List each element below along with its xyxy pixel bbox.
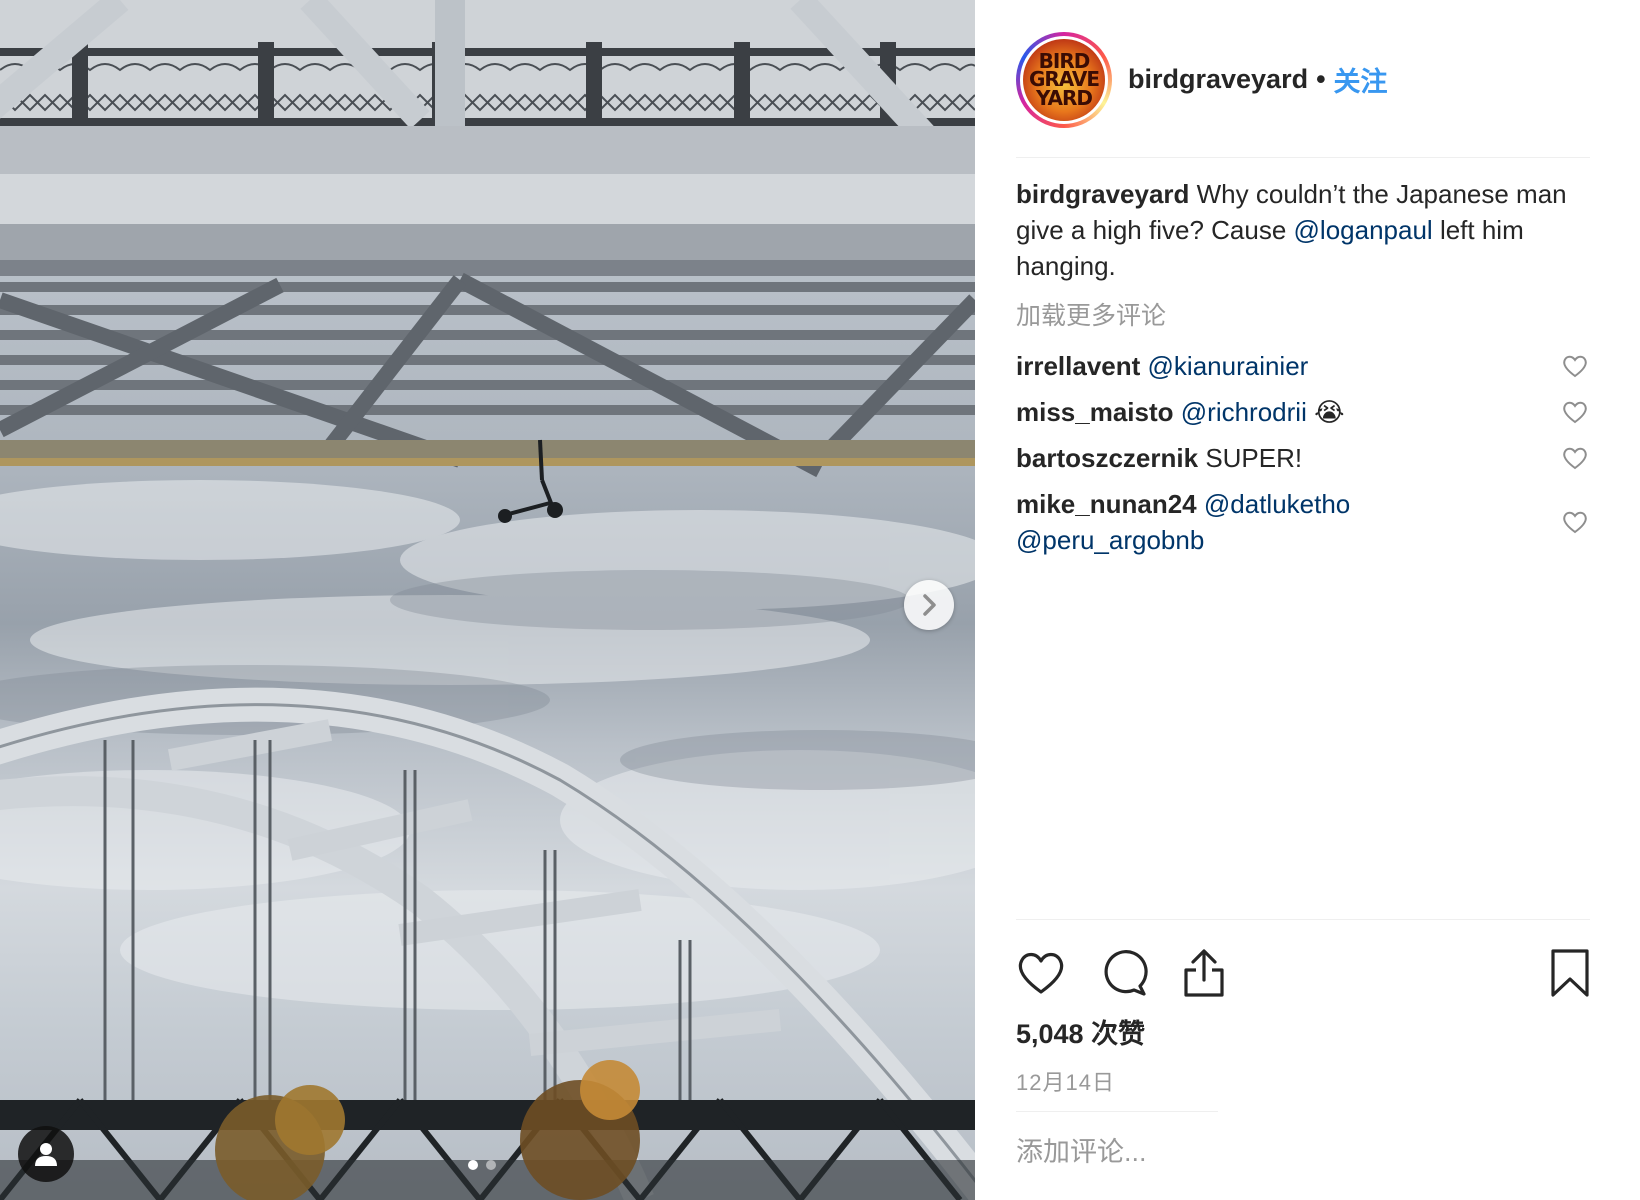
share-button[interactable]	[1182, 948, 1226, 998]
follow-button[interactable]: 关注	[1334, 60, 1388, 99]
avatar[interactable]: BIRD GRAVE YARD	[1016, 31, 1112, 128]
user-tag-icon	[35, 1143, 57, 1166]
comment-username-link[interactable]: irrellavent	[1016, 351, 1140, 381]
comment-text: 😭	[1314, 397, 1345, 427]
tagged-users-button[interactable]	[18, 1126, 74, 1182]
save-button[interactable]	[1550, 948, 1590, 998]
next-photo-button[interactable]	[904, 580, 954, 630]
post-caption: birdgraveyard Why couldn’t the Japanese …	[1016, 176, 1590, 284]
bridge-scene	[0, 0, 975, 1200]
bookmark-icon	[1551, 949, 1589, 997]
comment-mention-link[interactable]: @kianurainier	[1148, 351, 1309, 381]
load-more-comments-button[interactable]: 加载更多评论	[1016, 298, 1590, 334]
post-details-panel: BIRD GRAVE YARD birdgraveyard • 关注 birdg…	[975, 0, 1640, 1200]
avatar-logo-line: YARD	[1035, 85, 1093, 110]
comment-item: mike_nunan24 @datluketho @peru_argobnb	[1016, 486, 1590, 558]
comment-username-link[interactable]: bartoszczernik	[1016, 443, 1198, 473]
header-separator: •	[1316, 64, 1326, 94]
comment-item: miss_maisto @richrodrii 😭	[1016, 394, 1590, 430]
avatar-logo: BIRD GRAVE YARD	[1023, 38, 1105, 121]
comment-mention-link[interactable]: @peru_argobnb	[1016, 525, 1204, 555]
like-comment-heart-icon[interactable]	[1562, 354, 1588, 378]
comment-username-link[interactable]: mike_nunan24	[1016, 489, 1197, 519]
carousel-indicator	[468, 1160, 496, 1170]
like-count[interactable]: 5,048 次赞	[1016, 1012, 1590, 1051]
add-comment-input[interactable]: 添加评论...	[1016, 1130, 1147, 1169]
comment-mention-link[interactable]: @richrodrii	[1181, 397, 1307, 427]
comment-username-link[interactable]: miss_maisto	[1016, 397, 1174, 427]
carousel-dot	[486, 1160, 496, 1170]
post-date[interactable]: 12月14日	[1016, 1065, 1590, 1097]
comment-body: miss_maisto @richrodrii 😭	[1016, 394, 1536, 430]
divider	[1016, 1111, 1218, 1112]
like-comment-heart-icon[interactable]	[1562, 446, 1588, 470]
header-username-link[interactable]: birdgraveyard	[1128, 64, 1308, 95]
comment-item: bartoszczernik SUPER!	[1016, 440, 1590, 476]
carousel-dot	[468, 1160, 478, 1170]
comment-body: mike_nunan24 @datluketho @peru_argobnb	[1016, 486, 1536, 558]
action-bar	[1016, 920, 1590, 1008]
avatar-border: BIRD GRAVE YARD	[1020, 35, 1108, 124]
caption-mention-link[interactable]: @loganpaul	[1294, 215, 1433, 245]
like-comment-heart-icon[interactable]	[1562, 510, 1588, 534]
comment-body: bartoszczernik SUPER!	[1016, 440, 1536, 476]
comment-text: SUPER!	[1205, 443, 1303, 473]
comment-icon	[1104, 950, 1148, 996]
post-actions-section: 5,048 次赞 12月14日	[1016, 919, 1590, 1112]
chevron-right-icon	[923, 594, 936, 616]
comment-mention-link[interactable]: @datluketho	[1204, 489, 1350, 519]
comment-body: irrellavent @kianurainier	[1016, 348, 1536, 384]
like-button[interactable]	[1016, 950, 1066, 996]
heart-icon	[1018, 952, 1064, 994]
like-comment-heart-icon[interactable]	[1562, 400, 1588, 424]
comments-section: birdgraveyard Why couldn’t the Japanese …	[1016, 176, 1590, 568]
header-text: birdgraveyard • 关注	[1128, 60, 1388, 99]
caption-username-link[interactable]: birdgraveyard	[1016, 179, 1189, 209]
post-photo[interactable]	[0, 0, 975, 1200]
post-header: BIRD GRAVE YARD birdgraveyard • 关注	[1016, 30, 1590, 158]
comment-button[interactable]	[1100, 949, 1148, 997]
share-icon	[1184, 949, 1224, 997]
comment-item: irrellavent @kianurainier	[1016, 348, 1590, 384]
